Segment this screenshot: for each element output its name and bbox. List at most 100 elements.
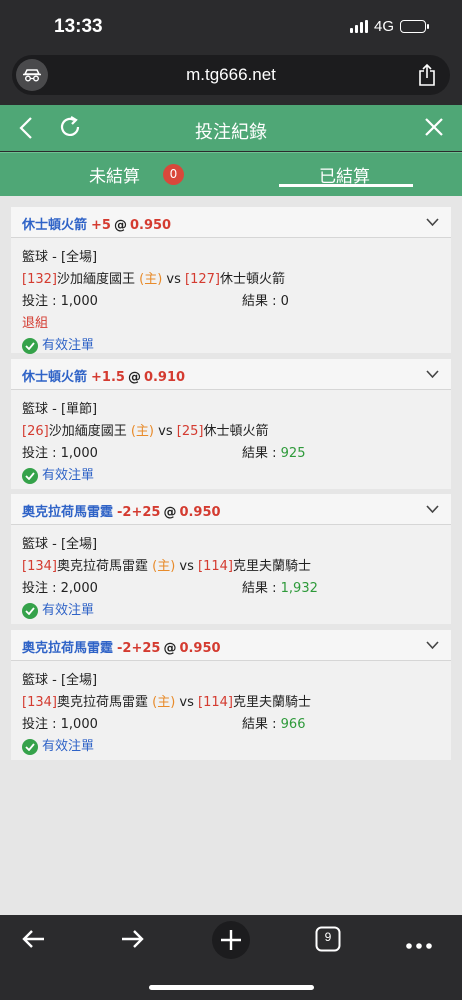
arrow-left-icon[interactable] [20,925,48,957]
bet-result: 結果 : 925 [242,443,305,465]
home-id: [134] [22,695,57,710]
tab-bar: 未結算 已結算 [0,152,462,196]
url-text[interactable]: m.tg666.net [12,65,450,85]
home-team: 沙加緬度國王 [56,272,135,287]
vs-label: vs [179,695,194,710]
result-label: 結果 : [242,717,281,732]
bet-sport: 籃球 - [全場] [22,250,98,265]
more-icon[interactable] [405,935,433,954]
bet-note: 退組 [22,316,49,331]
away-id: [114] [198,695,233,710]
result-value: 925 [280,446,306,461]
home-indicator [149,985,314,990]
address-bar[interactable]: m.tg666.net [12,55,450,95]
home-id: [134] [22,559,57,574]
bet-line: -2+25 [117,641,161,656]
bet-odds: 0.950 [179,505,221,520]
active-tab-indicator [279,184,413,187]
chevron-down-icon[interactable] [426,503,439,518]
bet-sport: 籃球 - [單節] [22,402,98,417]
result-value: 1,932 [280,581,318,596]
close-icon[interactable] [424,117,444,141]
vs-label: vs [179,559,194,574]
battery-icon [400,20,429,33]
bet-status-text: 有效注單 [42,603,95,618]
bet-stake: 投注 : 1,000 [22,717,98,732]
check-circle-icon [22,468,38,484]
bet-odds: 0.910 [143,370,186,385]
bet-card-body: 籃球 - [全場] [132]沙加緬度國王 (主) vs [127]休士頓火箭 … [11,238,451,354]
bet-matchup: [26]沙加緬度國王 (主) vs [25]休士頓火箭 [22,421,451,443]
bet-card: 休士頓火箭 +5 @0.950 籃球 - [全場] [132]沙加緬度國王 (主) … [11,207,451,354]
bet-card-body: 籃球 - [全場] [134]奧克拉荷馬雷霆 (主) vs [114]克里夫蘭騎… [11,661,451,760]
bet-status-text: 有效注單 [42,468,95,483]
bet-card-header[interactable]: 休士頓火箭 +1.5 @0.910 [11,359,451,390]
bet-line: +1.5 [91,370,125,385]
tabs-count: 9 [324,930,332,944]
bet-card: 奧克拉荷馬雷霆 -2+25 @0.950 籃球 - [全場] [134]奧克拉荷馬雷… [11,494,451,624]
tabs-icon[interactable]: 9 [315,926,341,956]
away-team: 克里夫蘭騎士 [233,695,312,710]
bet-list: 休士頓火箭 +5 @0.950 籃球 - [全場] [132]沙加緬度國王 (主) … [0,196,462,915]
bet-stake: 投注 : 2,000 [22,581,98,596]
home-team: 奧克拉荷馬雷霆 [56,559,148,574]
away-team: 克里夫蘭騎士 [233,559,312,574]
status-bar: 13:33 4G [0,0,462,52]
share-icon[interactable] [418,63,436,91]
bet-status: 有效注單 [22,736,451,758]
away-id: [127] [185,272,220,287]
bet-line: -2+25 [117,505,161,520]
bet-result: 結果 : 1,932 [242,578,318,600]
bet-card-body: 籃球 - [單節] [26]沙加緬度國王 (主) vs [25]休士頓火箭 投注… [11,390,451,489]
chevron-down-icon[interactable] [426,639,439,654]
bet-card-body: 籃球 - [全場] [134]奧克拉荷馬雷霆 (主) vs [114]克里夫蘭騎… [11,525,451,624]
bet-card-header[interactable]: 奧克拉荷馬雷霆 -2+25 @0.950 [11,630,451,661]
unsettled-count-badge: 0 [163,164,184,185]
home-id: [132] [22,272,57,287]
bet-team: 奧克拉荷馬雷霆 [22,505,114,520]
bet-stake: 投注 : 1,000 [22,294,98,309]
bet-status: 有效注單 [22,600,451,622]
page-header: 投注紀錄 [0,105,462,151]
home-tag: (主) [130,424,154,439]
result-value: 966 [280,717,306,732]
result-label: 結果 : [242,446,281,461]
bet-matchup: [132]沙加緬度國王 (主) vs [127]休士頓火箭 [22,269,451,291]
new-tab-icon[interactable] [211,920,251,964]
bet-status-text: 有效注單 [42,739,95,754]
home-tag: (主) [152,695,176,710]
away-team: 休士頓火箭 [220,272,286,287]
bet-card: 奧克拉荷馬雷霆 -2+25 @0.950 籃球 - [全場] [134]奧克拉荷馬雷… [11,630,451,760]
home-team: 沙加緬度國王 [48,424,127,439]
check-circle-icon [22,739,38,755]
bet-odds: 0.950 [129,218,172,233]
home-tag: (主) [152,559,176,574]
bet-status-text: 有效注單 [42,338,95,353]
status-time: 13:33 [54,16,103,37]
bet-status: 有效注單 [22,465,451,487]
signal-icon [349,20,368,33]
check-circle-icon [22,338,38,354]
away-team: 休士頓火箭 [203,424,269,439]
bet-team: 休士頓火箭 [22,370,88,385]
bet-line: +5 [91,218,111,233]
bet-odds: 0.950 [179,641,221,656]
chevron-down-icon[interactable] [426,216,439,231]
arrow-right-icon[interactable] [118,925,146,957]
bet-card-header[interactable]: 奧克拉荷馬雷霆 -2+25 @0.950 [11,494,451,525]
bet-team: 奧克拉荷馬雷霆 [22,641,114,656]
bet-matchup: [134]奧克拉荷馬雷霆 (主) vs [114]克里夫蘭騎士 [22,692,451,714]
bet-sport: 籃球 - [全場] [22,673,98,688]
check-circle-icon [22,603,38,619]
page-title: 投注紀錄 [195,122,267,143]
result-value: 0 [280,294,289,309]
bet-result: 結果 : 0 [242,291,289,313]
bet-card-header[interactable]: 休士頓火箭 +5 @0.950 [11,207,451,238]
away-id: [25] [176,424,204,439]
tab-unsettled[interactable]: 未結算 [89,162,140,187]
vs-label: vs [158,424,173,439]
status-indicators: 4G [349,18,429,35]
bet-result: 結果 : 966 [242,714,305,736]
chevron-down-icon[interactable] [426,368,439,383]
result-label: 結果 : [242,581,281,596]
